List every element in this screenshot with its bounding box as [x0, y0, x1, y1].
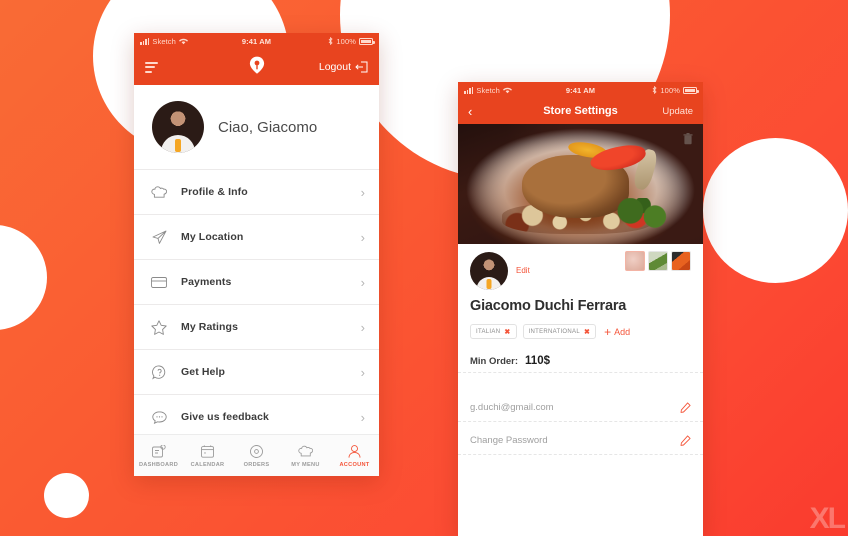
star-outline-icon	[151, 319, 167, 335]
chef-hat-icon	[298, 444, 313, 459]
min-order-value: 110$	[525, 355, 550, 367]
battery-full-icon	[683, 86, 699, 94]
battery-percent-label: 100%	[336, 36, 356, 46]
pencil-edit-icon[interactable]	[680, 435, 691, 446]
tab-label: CALENDAR	[190, 461, 225, 468]
min-order-field[interactable]: Min Order: 110$	[458, 339, 703, 373]
tab-label: DASHBOARD	[138, 461, 179, 468]
chevron-right-icon: ›	[360, 364, 365, 380]
add-tag-button[interactable]: + Add	[604, 326, 630, 338]
email-field[interactable]: g.duchi@gmail.com	[458, 391, 703, 422]
plus-icon: +	[604, 324, 612, 339]
min-order-label: Min Order:	[470, 356, 519, 367]
chevron-right-icon: ›	[360, 229, 365, 245]
change-password-label: Change Password	[470, 435, 548, 446]
remove-tag-icon[interactable]: ✖	[584, 328, 590, 336]
store-settings-nav-bar: ‹ Store Settings Update	[458, 98, 703, 124]
cuisine-tags-row: ITALIAN ✖ INTERNATIONAL ✖ + Add	[458, 314, 703, 339]
app-logo	[134, 56, 379, 77]
status-bar-right: Sketch 9:41 AM 100%	[458, 82, 703, 98]
account-menu-list: Profile & Info › My Location › Payments …	[134, 169, 379, 440]
background-circle-bottom-left	[44, 473, 89, 518]
menu-item-profile-info[interactable]: Profile & Info ›	[134, 170, 379, 215]
credit-card-icon	[151, 274, 167, 290]
chevron-right-icon: ›	[360, 274, 365, 290]
menu-item-label: Get Help	[181, 366, 225, 378]
menu-item-payments[interactable]: Payments ›	[134, 260, 379, 305]
menu-item-my-ratings[interactable]: My Ratings ›	[134, 305, 379, 350]
tab-label: MY MENU	[291, 461, 320, 468]
background-circle-left	[0, 225, 47, 330]
tag-italian[interactable]: ITALIAN ✖	[470, 324, 517, 339]
chevron-right-icon: ›	[360, 409, 365, 425]
change-password-field[interactable]: Change Password	[458, 424, 703, 455]
tab-calendar[interactable]: CALENDAR	[183, 444, 232, 468]
battery-full-icon	[359, 37, 375, 45]
food-thumbnail-meat[interactable]	[625, 251, 645, 271]
left-nav-bar: Logout	[134, 49, 379, 85]
avatar[interactable]	[470, 252, 508, 290]
remove-tag-icon[interactable]: ✖	[504, 328, 510, 336]
phone-mockup-account: Sketch 9:41 AM 100% Logout Ciao, Giacomo…	[134, 33, 379, 476]
menu-item-get-help[interactable]: Get Help ›	[134, 350, 379, 395]
tab-account[interactable]: ACCOUNT	[330, 444, 379, 468]
store-name: Giacomo Duchi Ferrara	[470, 298, 627, 314]
menu-item-label: Give us feedback	[181, 411, 269, 423]
background-circle-right	[703, 138, 848, 283]
bottom-tab-bar: DASHBOARD CALENDAR ORDERS MY MENU ACCOUN…	[134, 434, 379, 476]
menu-item-label: Profile & Info	[181, 186, 248, 198]
profile-greeting-row[interactable]: Ciao, Giacomo	[134, 85, 379, 169]
phone-mockup-store-settings: Sketch 9:41 AM 100% ‹ Store Settings Upd…	[458, 82, 703, 536]
store-hero-image[interactable]	[458, 124, 703, 244]
page-title: Ciao, Giacomo	[218, 118, 318, 136]
tag-international[interactable]: INTERNATIONAL ✖	[522, 324, 597, 339]
watermark: XL	[809, 502, 846, 535]
chevron-right-icon: ›	[360, 319, 365, 335]
food-thumbnail-vegetables[interactable]	[671, 251, 691, 271]
location-pin-icon	[249, 56, 264, 74]
bluetooth-icon	[329, 37, 333, 45]
tab-label: ORDERS	[243, 461, 270, 468]
add-tag-label: Add	[614, 326, 631, 337]
chef-hat-icon	[151, 184, 167, 200]
question-bubble-icon	[151, 364, 167, 380]
trash-icon[interactable]	[683, 133, 693, 145]
paper-plane-icon	[151, 229, 167, 245]
avatar	[152, 101, 204, 153]
tag-label: ITALIAN	[476, 328, 501, 335]
food-thumbnail-salad[interactable]	[648, 251, 668, 271]
tab-dashboard[interactable]: DASHBOARD	[134, 444, 183, 468]
hero-greens-layer	[609, 198, 679, 230]
tab-orders[interactable]: ORDERS	[232, 444, 281, 468]
menu-item-label: Payments	[181, 276, 232, 288]
tag-label: INTERNATIONAL	[528, 328, 580, 335]
menu-item-label: My Location	[181, 231, 244, 243]
status-bar-left: Sketch 9:41 AM 100%	[134, 33, 379, 49]
bluetooth-icon	[653, 86, 657, 94]
person-icon	[348, 444, 361, 459]
orders-disc-icon	[250, 444, 263, 459]
tab-my-menu[interactable]: MY MENU	[281, 444, 330, 468]
status-bar-right-group: 100%	[328, 36, 375, 46]
dashboard-icon	[151, 444, 166, 459]
email-value: g.duchi@gmail.com	[470, 402, 554, 413]
store-owner-row: Edit	[458, 244, 703, 290]
tab-label: ACCOUNT	[339, 461, 370, 468]
chevron-right-icon: ›	[360, 184, 365, 200]
pencil-edit-icon[interactable]	[680, 402, 691, 413]
menu-item-label: My Ratings	[181, 321, 239, 333]
menu-item-my-location[interactable]: My Location ›	[134, 215, 379, 260]
update-button[interactable]: Update	[662, 106, 693, 117]
battery-percent-label: 100%	[660, 85, 680, 95]
status-bar-right-group: 100%	[652, 85, 699, 95]
chat-bubble-icon	[151, 409, 167, 425]
edit-avatar-button[interactable]: Edit	[516, 266, 530, 275]
calendar-icon	[201, 444, 214, 459]
gallery-thumbnails	[625, 251, 691, 271]
